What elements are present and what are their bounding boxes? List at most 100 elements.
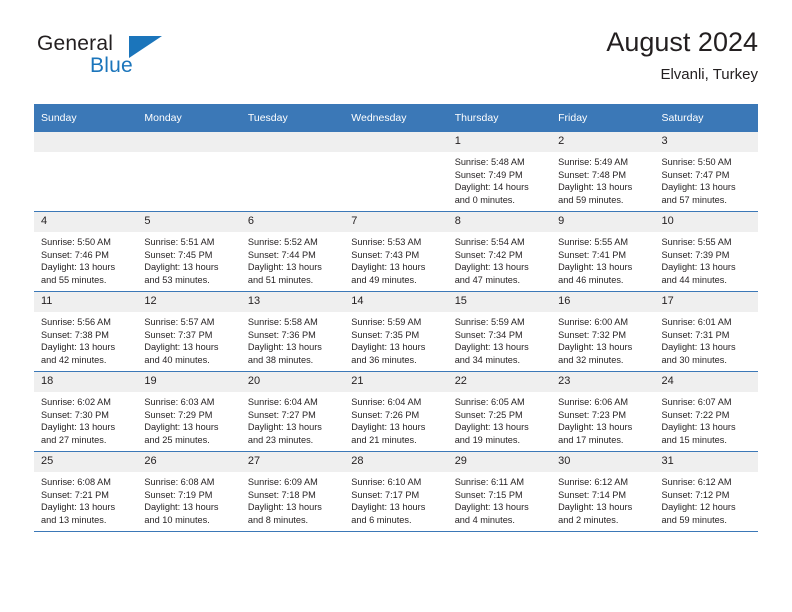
day-number: 25 (34, 452, 138, 472)
sunset-text: Sunset: 7:14 PM (558, 489, 627, 500)
calendar-day-cell[interactable]: 9 Sunrise: 5:55 AM Sunset: 7:41 PM Daylight… (551, 211, 655, 292)
calendar-day-cell[interactable]: 20 Sunrise: 6:04 AM Sunset: 7:27 PM Dayligh… (240, 371, 345, 452)
sunset-text: Sunset: 7:21 PM (41, 489, 109, 500)
calendar-day-cell[interactable]: 3 Sunrise: 5:50 AM Sunset: 7:47 PM Daylight… (654, 132, 758, 212)
day-details: Sunrise: 6:03 AM Sunset: 7:29 PM Daylight:… (137, 392, 240, 446)
daylight-text-line1: Daylight: 13 hours (454, 422, 529, 433)
daylight-text-line2: and 59 minutes. (558, 194, 624, 205)
calendar-day-cell[interactable]: 12 Sunrise: 5:57 AM Sunset: 7:37 PM Dayligh… (137, 291, 241, 372)
calendar-day-cell[interactable]: 26 Sunrise: 6:08 AM Sunset: 7:19 PM Dayligh… (137, 451, 241, 532)
daylight-text-line2: and 13 minutes. (41, 514, 107, 525)
logo-text-general: General (37, 32, 114, 55)
day-number: 9 (551, 212, 655, 232)
calendar-day-cell[interactable]: 23 Sunrise: 6:06 AM Sunset: 7:23 PM Dayligh… (551, 371, 655, 452)
day-details: Sunrise: 6:00 AM Sunset: 7:32 PM Daylight:… (551, 312, 654, 366)
calendar-week-row: 18 Sunrise: 6:02 AM Sunset: 7:30 PM Dayligh… (34, 371, 758, 452)
day-number: 24 (654, 372, 758, 392)
daylight-text-line1: Daylight: 13 hours (454, 502, 529, 513)
calendar-day-cell[interactable]: 7 Sunrise: 5:53 AM Sunset: 7:43 PM Daylight… (344, 211, 448, 292)
day-number: 15 (447, 292, 552, 312)
daylight-text-line1: Daylight: 13 hours (454, 342, 529, 353)
daylight-text-line1: Daylight: 13 hours (558, 342, 633, 353)
calendar-day-cell[interactable]: 15 Sunrise: 5:59 AM Sunset: 7:34 PM Dayligh… (447, 291, 552, 372)
calendar-day-cell[interactable]: 13 Sunrise: 5:58 AM Sunset: 7:36 PM Dayligh… (240, 291, 345, 372)
day-number (137, 132, 241, 152)
calendar-day-cell[interactable]: 30 Sunrise: 6:12 AM Sunset: 7:14 PM Dayligh… (551, 451, 655, 532)
sunset-text: Sunset: 7:41 PM (558, 249, 627, 260)
calendar-header-row: Sunday Monday Tuesday Wednesday Thursday… (34, 104, 758, 132)
sunrise-text: Sunrise: 6:02 AM (41, 397, 111, 407)
daylight-text-line2: and 17 minutes. (558, 434, 624, 445)
daylight-text-line1: Daylight: 13 hours (41, 262, 116, 273)
logo-text-blue: Blue (90, 54, 133, 77)
daylight-text-line1: Daylight: 12 hours (661, 502, 736, 513)
sunrise-text: Sunrise: 6:10 AM (351, 477, 422, 487)
day-number: 16 (551, 292, 655, 312)
daylight-text-line1: Daylight: 13 hours (558, 262, 633, 273)
calendar-day-cell[interactable]: 10 Sunrise: 5:55 AM Sunset: 7:39 PM Dayligh… (654, 211, 758, 292)
daylight-text-line2: and 2 minutes. (558, 514, 619, 525)
daylight-text-line1: Daylight: 13 hours (247, 342, 322, 353)
calendar-day-cell[interactable]: 8 Sunrise: 5:54 AM Sunset: 7:42 PM Daylight… (447, 211, 552, 292)
daylight-text-line1: Daylight: 13 hours (351, 422, 426, 433)
daylight-text-line2: and 30 minutes. (661, 354, 727, 365)
daylight-text-line2: and 15 minutes. (661, 434, 727, 445)
calendar-day-cell[interactable]: 22 Sunrise: 6:05 AM Sunset: 7:25 PM Dayligh… (447, 371, 552, 452)
calendar-day-cell[interactable]: 21 Sunrise: 6:04 AM Sunset: 7:26 PM Dayligh… (344, 371, 448, 452)
daylight-text-line2: and 19 minutes. (454, 434, 521, 445)
sunset-text: Sunset: 7:17 PM (351, 489, 420, 500)
daylight-text-line2: and 10 minutes. (144, 514, 210, 525)
calendar-day-cell[interactable]: 1 Sunrise: 5:48 AM Sunset: 7:49 PM Daylight… (447, 132, 552, 212)
daylight-text-line1: Daylight: 13 hours (41, 502, 116, 513)
sunset-text: Sunset: 7:32 PM (558, 329, 627, 340)
calendar-day-cell[interactable]: 4 Sunrise: 5:50 AM Sunset: 7:46 PM Daylight… (34, 211, 138, 292)
sunset-text: Sunset: 7:19 PM (144, 489, 213, 500)
calendar-day-cell[interactable]: 2 Sunrise: 5:49 AM Sunset: 7:48 PM Daylight… (551, 132, 655, 212)
calendar-day-cell[interactable]: 19 Sunrise: 6:03 AM Sunset: 7:29 PM Dayligh… (137, 371, 241, 452)
day-number: 7 (344, 212, 448, 232)
title-block: August 2024 Elvanli, Turkey (606, 26, 758, 85)
day-number: 1 (447, 132, 552, 152)
daylight-text-line1: Daylight: 13 hours (661, 342, 736, 353)
calendar-day-cell[interactable]: 16 Sunrise: 6:00 AM Sunset: 7:32 PM Dayligh… (551, 291, 655, 372)
calendar-day-cell[interactable]: 11 Sunrise: 5:56 AM Sunset: 7:38 PM Dayligh… (34, 291, 138, 372)
calendar-day-cell[interactable]: 27 Sunrise: 6:09 AM Sunset: 7:18 PM Dayligh… (240, 451, 345, 532)
calendar-day-cell[interactable]: 25 Sunrise: 6:08 AM Sunset: 7:21 PM Dayligh… (34, 451, 138, 532)
sunrise-text: Sunrise: 5:59 AM (454, 317, 525, 327)
calendar-day-cell[interactable]: 24 Sunrise: 6:07 AM Sunset: 7:22 PM Dayligh… (654, 371, 758, 452)
daylight-text-line1: Daylight: 13 hours (144, 422, 219, 433)
sunset-text: Sunset: 7:30 PM (41, 409, 109, 420)
daylight-text-line2: and 4 minutes. (454, 514, 515, 525)
day-details: Sunrise: 5:52 AM Sunset: 7:44 PM Daylight:… (241, 232, 344, 286)
calendar-day-cell[interactable]: 5 Sunrise: 5:51 AM Sunset: 7:45 PM Daylight… (137, 211, 241, 292)
day-number: 14 (344, 292, 448, 312)
weekday-header-monday: Monday (137, 104, 241, 132)
sunset-text: Sunset: 7:29 PM (144, 409, 213, 420)
sunrise-text: Sunrise: 5:50 AM (661, 157, 732, 167)
sunrise-text: Sunrise: 6:07 AM (661, 397, 732, 407)
day-number: 12 (137, 292, 241, 312)
daylight-text-line2: and 36 minutes. (351, 354, 417, 365)
day-details: Sunrise: 5:48 AM Sunset: 7:49 PM Daylight:… (448, 152, 551, 206)
day-number: 30 (551, 452, 655, 472)
day-details: Sunrise: 6:12 AM Sunset: 7:14 PM Daylight:… (551, 472, 654, 526)
sunset-text: Sunset: 7:45 PM (144, 249, 213, 260)
sunrise-text: Sunrise: 6:12 AM (558, 477, 629, 487)
calendar-day-cell[interactable]: 18 Sunrise: 6:02 AM Sunset: 7:30 PM Dayligh… (34, 371, 138, 452)
daylight-text-line2: and 42 minutes. (41, 354, 107, 365)
sunrise-text: Sunrise: 6:04 AM (247, 397, 318, 407)
sunrise-text: Sunrise: 5:54 AM (454, 237, 525, 247)
calendar-day-cell[interactable]: 31 Sunrise: 6:12 AM Sunset: 7:12 PM Dayligh… (654, 451, 758, 532)
weekday-header-thursday: Thursday (447, 104, 552, 132)
calendar-day-cell[interactable]: 28 Sunrise: 6:10 AM Sunset: 7:17 PM Dayligh… (344, 451, 448, 532)
day-number: 18 (34, 372, 138, 392)
calendar-day-cell[interactable]: 14 Sunrise: 5:59 AM Sunset: 7:35 PM Dayligh… (344, 291, 448, 372)
day-number: 8 (447, 212, 552, 232)
calendar-day-cell[interactable]: 17 Sunrise: 6:01 AM Sunset: 7:31 PM Dayligh… (654, 291, 758, 372)
calendar-day-cell[interactable]: 29 Sunrise: 6:11 AM Sunset: 7:15 PM Dayligh… (447, 451, 552, 532)
sunset-text: Sunset: 7:49 PM (454, 169, 523, 180)
calendar-day-cell[interactable]: 6 Sunrise: 5:52 AM Sunset: 7:44 PM Daylight… (240, 211, 345, 292)
daylight-text-line2: and 51 minutes. (247, 274, 314, 285)
sunset-text: Sunset: 7:15 PM (454, 489, 523, 500)
day-number: 6 (240, 212, 345, 232)
